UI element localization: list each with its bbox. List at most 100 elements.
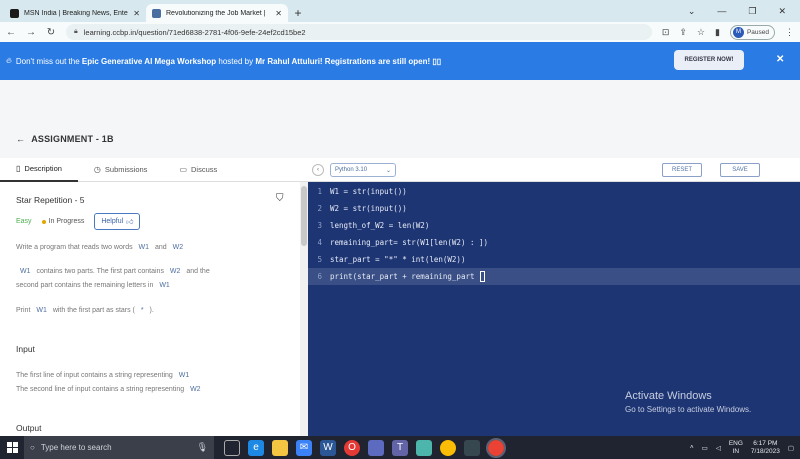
- network-icon[interactable]: ▭: [702, 444, 708, 452]
- code-line[interactable]: 4 remaining_part= str(W1[len(W2) : ]): [308, 234, 800, 251]
- save-button[interactable]: SAVE: [720, 163, 760, 177]
- tab-search-icon[interactable]: ⌄: [688, 6, 696, 17]
- msn-favicon-icon: [10, 8, 19, 18]
- text: Write a program that reads two words: [16, 244, 133, 251]
- description-line-1: Write a program that reads two words W1 …: [16, 242, 187, 254]
- input-line-2: The second line of input contains a stri…: [16, 384, 205, 396]
- ccbp-favicon-icon: [152, 8, 161, 18]
- page-title: ASSIGNMENT - 1B: [31, 134, 114, 144]
- teams-icon[interactable]: T: [392, 439, 408, 456]
- back-arrow-icon[interactable]: ←: [16, 134, 25, 144]
- tray-chevron-icon[interactable]: ˄: [690, 444, 694, 451]
- banner-mid: hosted by: [218, 56, 254, 66]
- activate-windows-title: Activate Windows: [625, 390, 712, 402]
- sidebar-icon[interactable]: ▮: [715, 27, 720, 38]
- code-text: print(star_part + remaining_part: [330, 272, 480, 281]
- line-number: 6: [317, 272, 322, 281]
- language-indicator[interactable]: ENG IN: [729, 440, 743, 456]
- code-line-active[interactable]: 6 print(star_part + remaining_part: [308, 268, 800, 285]
- store-icon[interactable]: [368, 439, 384, 456]
- volume-icon[interactable]: ◁: [716, 444, 721, 452]
- tab-submissions[interactable]: ◷ Submissions: [78, 158, 164, 182]
- start-button[interactable]: [0, 436, 24, 459]
- difficulty-badge: Easy: [16, 218, 32, 225]
- photos-icon[interactable]: [416, 439, 432, 456]
- tab-discuss[interactable]: ▭ Discuss: [163, 158, 233, 182]
- text: with the first part as stars (: [52, 307, 135, 314]
- bookmark-icon[interactable]: ⛉: [276, 193, 284, 204]
- register-now-button[interactable]: REGISTER NOW!: [674, 50, 744, 70]
- share-icon[interactable]: ⇪: [679, 27, 687, 38]
- search-placeholder: Type here to search: [40, 443, 112, 452]
- reload-icon[interactable]: ↻: [46, 27, 56, 38]
- status-dot-icon: [41, 219, 46, 224]
- tab-close-icon[interactable]: ✕: [275, 9, 282, 18]
- code-text: W2 = str(input()): [330, 204, 407, 213]
- task-view-icon[interactable]: [224, 439, 240, 456]
- tab-label: Submissions: [104, 165, 148, 174]
- code-text: remaining_part= str(W1[len(W2) : ]): [330, 238, 489, 247]
- collapse-panel-button[interactable]: ‹: [312, 164, 324, 176]
- edge-icon[interactable]: e: [248, 439, 264, 456]
- text: second part contains the remaining lette…: [16, 282, 154, 289]
- line-number: 2: [317, 204, 322, 213]
- media-icon[interactable]: [464, 439, 480, 456]
- bookmark-star-icon[interactable]: ☆: [697, 27, 705, 38]
- helpful-button[interactable]: Helpful 👍︎: [94, 213, 141, 230]
- code-line[interactable]: 2 W2 = str(input()): [308, 200, 800, 217]
- code-line[interactable]: 1 W1 = str(input()): [308, 183, 800, 200]
- chat-icon: ▭: [179, 165, 187, 174]
- banner-close-icon[interactable]: ✕: [776, 54, 784, 65]
- tab-title: MSN India | Breaking News, Ente: [24, 9, 128, 17]
- thumbs-up-icon: 👍︎: [126, 219, 134, 226]
- menu-icon[interactable]: ⋮: [785, 27, 794, 38]
- profile-button[interactable]: M Paused: [729, 24, 775, 40]
- status-badge: In Progress: [41, 218, 84, 225]
- text: The second line of input contains a stri…: [16, 386, 185, 393]
- forward-icon[interactable]: →: [26, 27, 36, 38]
- language-select[interactable]: Python 3.10 ⌄: [330, 163, 396, 177]
- mail-icon[interactable]: ✉: [296, 439, 312, 456]
- text: contains two parts. The first part conta…: [36, 268, 164, 275]
- text: ).: [149, 307, 154, 314]
- inline-code: *: [140, 307, 144, 314]
- line-number: 4: [317, 238, 322, 247]
- word-icon[interactable]: W: [320, 439, 336, 456]
- avatar: M: [732, 26, 744, 38]
- code-line[interactable]: 3 length_of_W2 = len(W2): [308, 217, 800, 234]
- text: and the: [186, 268, 210, 275]
- windows-taskbar: ○ Type here to search 🎙︎ e ✉ W O T: [0, 436, 800, 459]
- chrome-icon[interactable]: [440, 439, 456, 456]
- tab-close-icon[interactable]: ✕: [133, 9, 140, 18]
- tab-description[interactable]: ▯ Description: [0, 158, 78, 182]
- restore-icon[interactable]: ❐: [748, 6, 756, 17]
- scrollbar-thumb[interactable]: [301, 186, 307, 246]
- taskbar-apps: e ✉ W O T: [224, 437, 506, 458]
- reset-button[interactable]: RESET: [662, 163, 702, 177]
- code-line[interactable]: 5 star_part = "*" * int(len(W2)): [308, 251, 800, 268]
- close-window-icon[interactable]: ✕: [778, 6, 786, 17]
- search-icon: ○: [30, 443, 35, 452]
- url-input[interactable]: 🔒︎ learning.ccbp.in/question/71ed6838-27…: [66, 24, 652, 40]
- notifications-icon[interactable]: ▢: [788, 444, 794, 452]
- chevron-down-icon: ⌄: [385, 167, 391, 174]
- minimize-icon[interactable]: —: [717, 6, 726, 16]
- output-heading: Output: [16, 423, 42, 433]
- taskbar-search[interactable]: ○ Type here to search 🎙︎: [24, 436, 214, 459]
- opera-icon[interactable]: O: [344, 439, 360, 456]
- banner-host: Mr Rahul Attuluri! Registrations are sti…: [255, 56, 442, 66]
- new-tab-button[interactable]: +: [288, 4, 308, 22]
- browser-tab-msn[interactable]: MSN India | Breaking News, Ente ✕: [4, 4, 146, 22]
- browser-actions: ⊡ ⇪ ☆ ▮ M Paused ⋮: [662, 24, 794, 40]
- inline-code: W1: [20, 268, 31, 275]
- browser-tab-ccbp[interactable]: Revolutionizing the Job Market | ✕: [146, 4, 288, 22]
- browser-tabbar: MSN India | Breaking News, Ente ✕ Revolu…: [0, 0, 800, 22]
- clock[interactable]: 6:17 PM 7/18/2023: [751, 440, 780, 456]
- back-icon[interactable]: ←: [6, 27, 16, 38]
- inline-code: W2: [190, 386, 201, 393]
- install-icon[interactable]: ⊡: [662, 27, 670, 38]
- chrome-active-icon[interactable]: [486, 437, 506, 458]
- file-explorer-icon[interactable]: [272, 439, 288, 456]
- microphone-icon[interactable]: 🎙︎: [197, 442, 208, 453]
- banner-prefix: Don't miss out the: [15, 56, 80, 66]
